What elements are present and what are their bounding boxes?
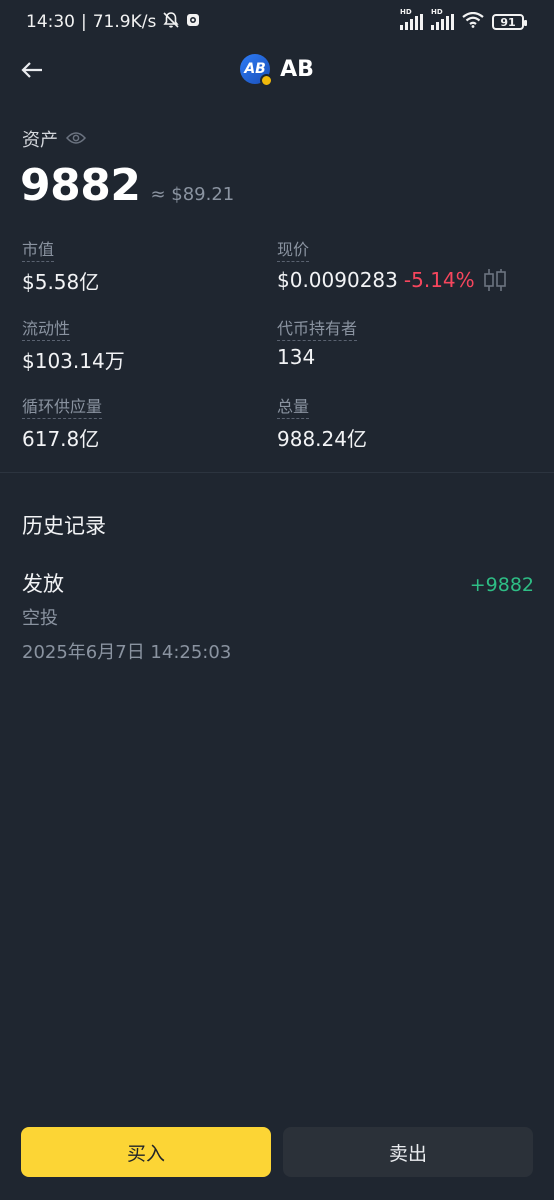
status-left: 14:30 | 71.9K/s bbox=[26, 11, 200, 34]
status-bar: 14:30 | 71.9K/s HD HD 91 bbox=[0, 0, 554, 44]
history-amount: +9882 bbox=[469, 574, 534, 596]
stat-total-supply: 总量 988.24亿 bbox=[277, 393, 367, 452]
history-type: 发放 bbox=[22, 572, 64, 596]
status-right: HD HD 91 bbox=[400, 8, 527, 33]
stat-label[interactable]: 总量 bbox=[277, 393, 310, 419]
stat-label[interactable]: 代币持有者 bbox=[277, 315, 358, 341]
page-title: AB bbox=[280, 56, 314, 82]
stat-label[interactable]: 循环供应量 bbox=[22, 393, 103, 419]
buy-button[interactable]: 买入 bbox=[21, 1127, 271, 1177]
assets-label: 资产 bbox=[22, 130, 58, 151]
stat-label[interactable]: 流动性 bbox=[22, 315, 71, 341]
stat-value: $5.58亿 bbox=[22, 270, 100, 294]
history-list-item[interactable]: 发放 +9882 空投 2025年6月7日 14:25:03 bbox=[22, 568, 534, 664]
status-time: 14:30 bbox=[26, 12, 75, 32]
token-detail-page: 14:30 | 71.9K/s HD HD 91 AB AB 资产 9882 ≈… bbox=[0, 0, 554, 1200]
price-value: $0.0090283 bbox=[277, 268, 398, 292]
stat-value: 617.8亿 bbox=[22, 427, 100, 451]
stat-price: 现价 $0.0090283 -5.14% bbox=[277, 236, 509, 294]
price-change: -5.14% bbox=[403, 268, 475, 292]
battery-icon: 91 bbox=[492, 14, 527, 30]
history-time: 2025年6月7日 14:25:03 bbox=[22, 642, 232, 663]
history-title: 历史记录 bbox=[22, 514, 106, 538]
asset-usd-value: ≈ $89.21 bbox=[150, 184, 235, 205]
sell-button[interactable]: 卖出 bbox=[283, 1127, 533, 1177]
balance-row: 9882 ≈ $89.21 bbox=[20, 160, 234, 211]
stat-value: 988.24亿 bbox=[277, 427, 367, 451]
signal-2-icon: HD bbox=[431, 8, 454, 30]
assets-label-row: 资产 bbox=[22, 126, 87, 152]
mute-bell-icon bbox=[162, 11, 180, 34]
stat-liquidity: 流动性 $103.14万 bbox=[22, 315, 125, 374]
section-divider bbox=[0, 472, 554, 473]
stat-holders: 代币持有者 134 bbox=[277, 315, 358, 369]
stat-label[interactable]: 现价 bbox=[277, 236, 310, 262]
top-nav: AB AB bbox=[0, 44, 554, 96]
stat-value: $103.14万 bbox=[22, 349, 125, 373]
token-title: AB AB bbox=[0, 54, 554, 87]
hd-label-1: HD bbox=[400, 8, 412, 16]
stat-circulating-supply: 循环供应量 617.8亿 bbox=[22, 393, 103, 452]
battery-level: 91 bbox=[500, 15, 516, 29]
notification-app-icon bbox=[186, 12, 200, 32]
stat-market-cap: 市值 $5.58亿 bbox=[22, 236, 99, 295]
stat-label[interactable]: 市值 bbox=[22, 236, 55, 262]
history-subtype: 空投 bbox=[22, 608, 58, 629]
token-logo: AB bbox=[240, 54, 274, 87]
status-separator: | bbox=[81, 12, 87, 32]
hd-label-2: HD bbox=[431, 8, 443, 16]
wifi-icon bbox=[462, 11, 484, 33]
signal-1-icon: HD bbox=[400, 8, 423, 30]
stat-value: 134 bbox=[277, 345, 316, 369]
network-speed: 71.9K/s bbox=[92, 12, 157, 32]
chain-badge-icon bbox=[260, 74, 274, 87]
candlestick-chart-icon[interactable] bbox=[481, 266, 509, 294]
asset-balance: 9882 bbox=[20, 160, 141, 211]
eye-icon[interactable] bbox=[65, 130, 87, 149]
price-row: $0.0090283 -5.14% bbox=[277, 266, 509, 294]
